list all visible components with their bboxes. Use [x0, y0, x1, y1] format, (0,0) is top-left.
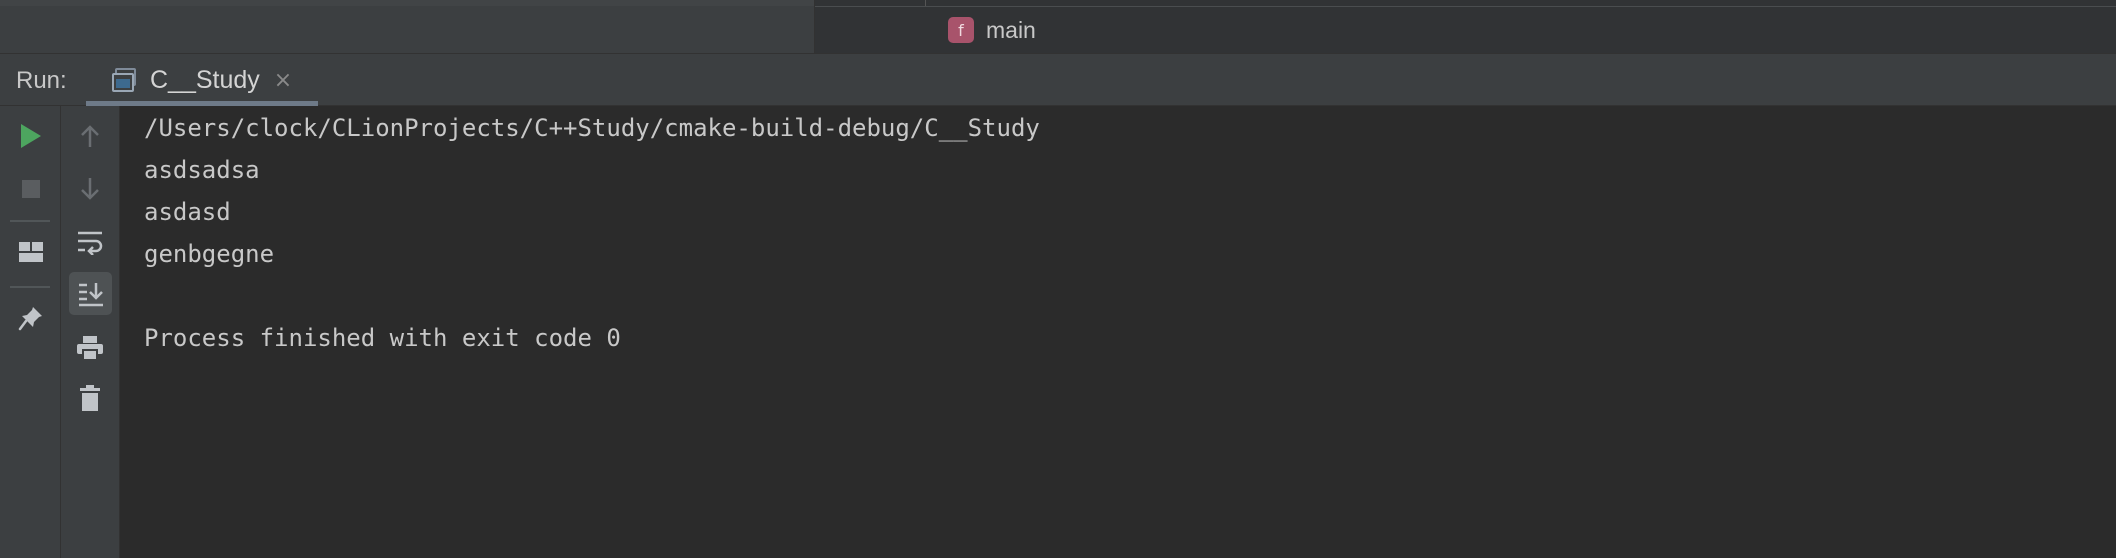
soft-wrap-button[interactable]	[70, 222, 110, 262]
console-line-command: /Users/clock/CLionProjects/C++Study/cmak…	[144, 114, 1040, 142]
restore-layout-button[interactable]	[11, 232, 51, 272]
run-toolbar-primary	[0, 106, 61, 558]
down-stack-trace-button[interactable]	[70, 169, 110, 209]
close-icon[interactable]: ×	[274, 68, 292, 93]
clear-all-button[interactable]	[70, 378, 110, 418]
editor-left-pane-edge	[0, 0, 815, 53]
arrow-up-icon	[81, 125, 99, 147]
breadcrumb-function-name: main	[986, 16, 1036, 43]
console-line: asdsadsa	[144, 156, 260, 184]
print-button[interactable]	[70, 328, 110, 368]
scroll-to-end-icon	[78, 282, 103, 306]
run-tool-window-header: Run: C__Study ×	[0, 53, 2116, 106]
console-line: asdasd	[144, 198, 231, 226]
console-line-exit-status: Process finished with exit code 0	[144, 324, 621, 352]
toolbar-separator	[10, 220, 50, 222]
up-stack-trace-button[interactable]	[70, 116, 110, 156]
pin-icon	[18, 307, 42, 331]
stop-button[interactable]	[11, 169, 51, 209]
run-tab-title: C__Study	[150, 65, 260, 94]
run-toolbar-secondary	[61, 106, 120, 558]
pin-tab-button[interactable]	[11, 298, 51, 338]
console-output[interactable]: /Users/clock/CLionProjects/C++Study/cmak…	[121, 106, 2116, 558]
console-icon	[112, 68, 138, 92]
run-label: Run:	[16, 67, 67, 94]
rerun-button[interactable]	[11, 116, 51, 156]
stop-icon	[22, 180, 40, 198]
toolbar-separator	[10, 286, 50, 288]
breadcrumb-function-main[interactable]: f main	[948, 16, 1036, 44]
console-line: genbgegne	[144, 240, 275, 268]
scroll-to-end-button[interactable]	[69, 272, 112, 315]
layout-icon	[19, 242, 43, 262]
run-tab-c-study[interactable]: C__Study ×	[86, 54, 318, 106]
function-icon: f	[948, 17, 974, 43]
play-icon	[21, 124, 41, 148]
trash-icon	[80, 385, 100, 411]
soft-wrap-icon	[78, 231, 103, 255]
print-icon	[77, 336, 103, 361]
arrow-down-icon	[81, 178, 99, 200]
editor-breadcrumb-bar: f main	[0, 0, 2116, 53]
